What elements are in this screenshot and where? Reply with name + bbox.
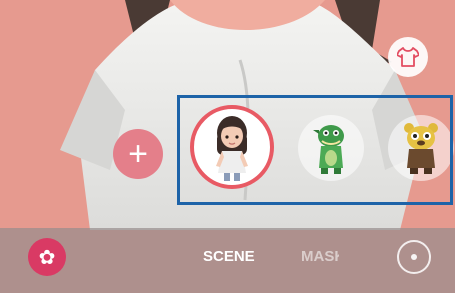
add-emoji-button[interactable]: + bbox=[113, 129, 163, 179]
mode-tab-scene[interactable]: SCENE bbox=[203, 248, 255, 265]
mode-tab-mask[interactable]: MASK bbox=[301, 248, 339, 265]
effects-button[interactable]: ✿ bbox=[28, 238, 66, 276]
bear-avatar-emoji bbox=[404, 123, 438, 174]
outfit-button[interactable] bbox=[388, 37, 428, 77]
switch-camera-icon bbox=[411, 254, 417, 260]
plus-icon: + bbox=[128, 135, 148, 173]
tshirt-icon bbox=[397, 47, 419, 67]
avatar-item-girl[interactable] bbox=[190, 105, 274, 189]
ar-emoji-camera-screen: + ✿ SCENE MAS bbox=[0, 0, 455, 293]
dinosaur-avatar-emoji bbox=[313, 125, 344, 174]
avatar-item-bear[interactable] bbox=[388, 115, 454, 181]
girl-avatar-emoji bbox=[216, 116, 248, 181]
flower-icon: ✿ bbox=[38, 246, 56, 269]
avatar-item-dinosaur[interactable] bbox=[298, 115, 364, 181]
switch-camera-button[interactable] bbox=[397, 240, 431, 274]
